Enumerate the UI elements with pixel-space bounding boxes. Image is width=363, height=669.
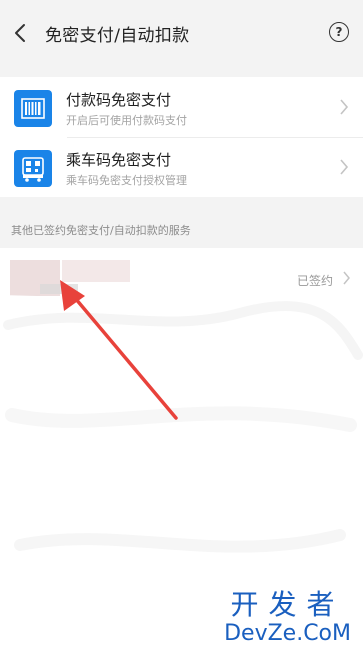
signed-status-label: 已签约 [296, 274, 333, 288]
question-circle-icon[interactable]: ? [329, 22, 349, 42]
page-title: 免密支付/自动扣款 [45, 26, 190, 46]
header-bar: 免密支付/自动扣款 ? [0, 0, 363, 66]
service-name-redacted [62, 260, 130, 282]
bus-code-title: 乘车码免密支付 [66, 151, 172, 169]
bus-code-subtitle: 乘车码免密支付授权管理 [66, 174, 187, 187]
barcode-tile [14, 90, 52, 127]
paycode-row[interactable]: 付款码免密支付 开启后可使用付款码支付 [0, 77, 363, 137]
service-detail-redacted [40, 284, 78, 294]
chevron-right-icon [343, 271, 350, 285]
chevron-right-icon [340, 159, 349, 175]
bus-qrcode-tile [14, 150, 52, 187]
barcode-icon [21, 98, 45, 119]
watermark-title: 开发者 [230, 588, 345, 621]
payment-settings-card: 付款码免密支付 开启后可使用付款码支付 乘车码免密支付 乘车码免密支付授权管理 [0, 77, 363, 197]
section-label: 其他已签约免密支付/自动扣款的服务 [11, 224, 191, 237]
watermark-domain: DevZe.CoM [224, 621, 351, 646]
chevron-left-icon[interactable] [12, 22, 30, 44]
watermark: 开发者 DevZe.CoM [224, 589, 351, 647]
bus-qrcode-icon [22, 157, 44, 182]
chevron-right-icon [340, 99, 349, 115]
paycode-title: 付款码免密支付 [66, 91, 172, 109]
paycode-subtitle: 开启后可使用付款码支付 [66, 114, 187, 127]
bus-code-row[interactable]: 乘车码免密支付 乘车码免密支付授权管理 [0, 137, 363, 197]
